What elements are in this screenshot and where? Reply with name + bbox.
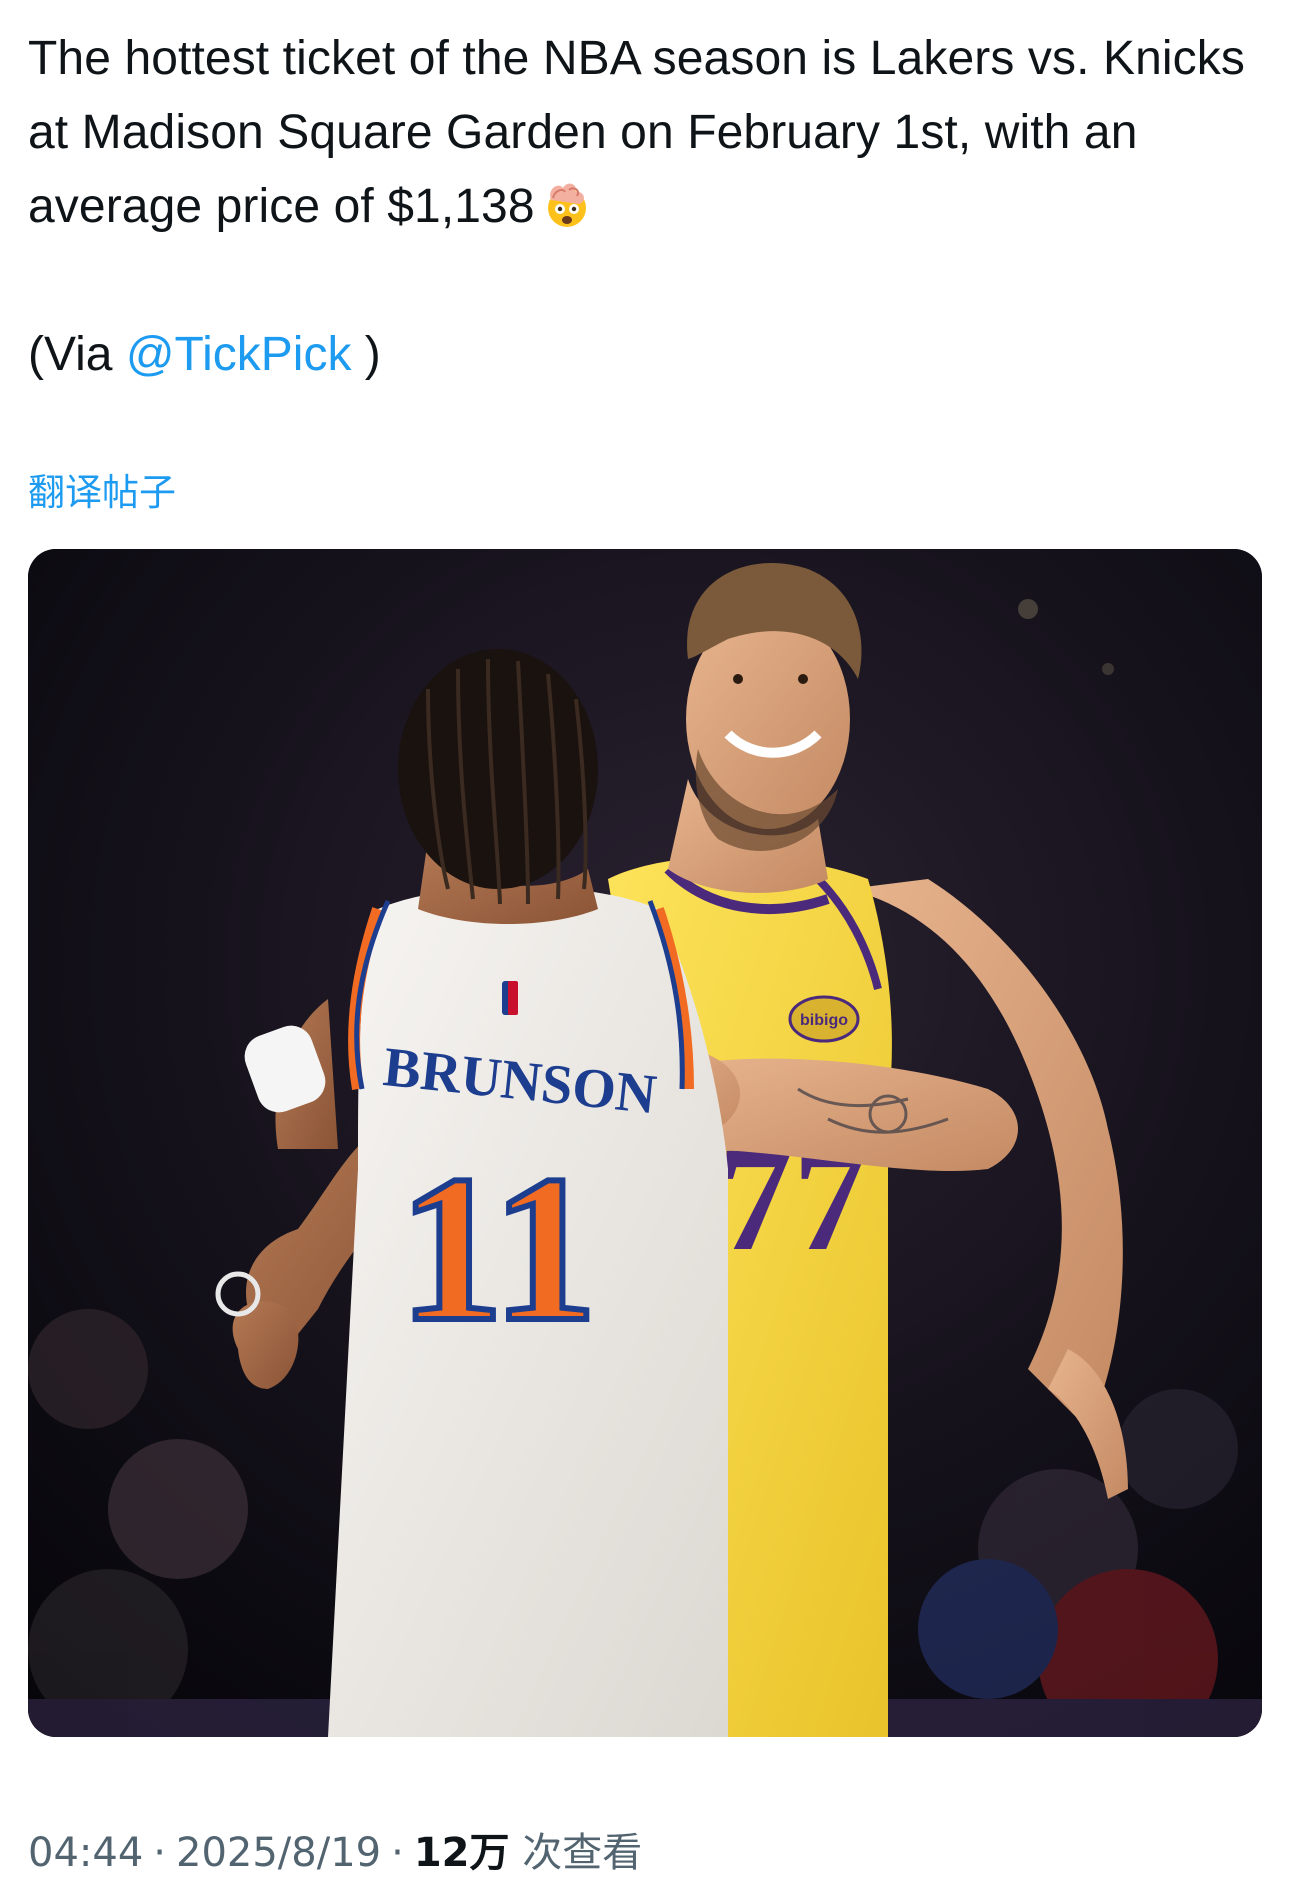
photo-players-hug: 77 bibigo BRUNSON 11 [28, 549, 1262, 1737]
tweet-text-content: The hottest ticket of the NBA season is … [28, 32, 1245, 233]
meta-separator-2: · [391, 1830, 404, 1876]
tweet-meta: 04:44 · 2025/8/19 · 12万 次查看 [28, 1820, 642, 1878]
translate-post-link[interactable]: 翻译帖子 [28, 462, 176, 516]
exploding-head-emoji-icon [541, 178, 593, 230]
mention-link-tickpick[interactable]: @TickPick [126, 328, 352, 381]
tweet-body: The hottest ticket of the NBA season is … [28, 22, 1262, 392]
tweet-text: The hottest ticket of the NBA season is … [28, 22, 1262, 244]
post-date[interactable]: 2025/8/19 [176, 1830, 381, 1876]
sponsor-patch: bibigo [800, 1012, 848, 1029]
views-label: 次查看 [509, 1830, 643, 1876]
via-suffix: ) [351, 328, 381, 381]
jersey-left-number: 11 [399, 1133, 597, 1365]
views-count: 12万 [413, 1830, 510, 1876]
via-prefix: (Via [28, 328, 126, 381]
via-line: (Via @TickPick ) [28, 318, 1262, 392]
tweet-photo[interactable]: 77 bibigo BRUNSON 11 [28, 549, 1262, 1737]
meta-separator: · [153, 1830, 166, 1876]
post-time[interactable]: 04:44 [28, 1830, 143, 1876]
